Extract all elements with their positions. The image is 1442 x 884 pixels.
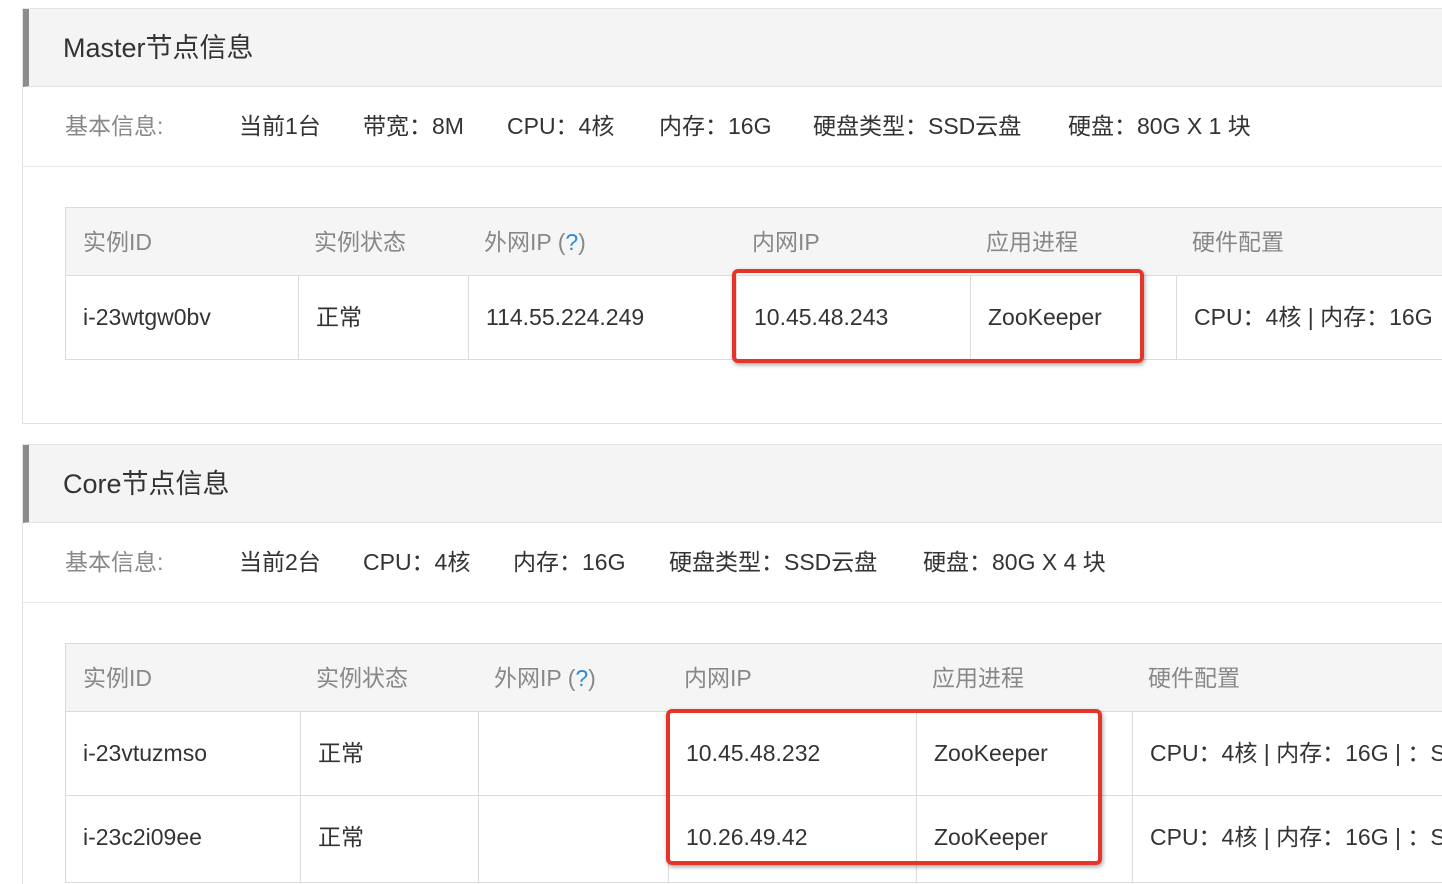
cell-instance-id[interactable]: i-23c2i09ee: [66, 796, 300, 882]
col-private-ip: 内网IP: [684, 665, 752, 691]
help-icon[interactable]: ?: [565, 229, 578, 255]
col-instance-id: 实例ID: [83, 665, 152, 691]
cell-private-ip: 10.26.49.42: [668, 796, 916, 882]
basic-info-label: 基本信息:: [65, 549, 164, 575]
master-basic-info: 基本信息: 当前1台 带宽：8M CPU：4核 内存：16G 硬盘类型：SSD云…: [23, 87, 1442, 167]
cell-process: ZooKeeper: [916, 796, 1132, 882]
cell-private-ip: 10.45.48.232: [668, 712, 916, 795]
cell-status: 正常: [300, 796, 478, 882]
col-hardware: 硬件配置: [1192, 229, 1284, 255]
col-public-ip-paren: ): [588, 665, 596, 691]
cpu-spec: CPU：4核: [363, 549, 471, 575]
cell-public-ip: [478, 796, 668, 882]
col-public-ip: 外网IP (?): [494, 663, 596, 693]
help-icon[interactable]: ?: [575, 665, 588, 691]
core-basic-info: 基本信息: 当前2台 CPU：4核 内存：16G 硬盘类型：SSD云盘 硬盘：8…: [23, 523, 1442, 603]
col-public-ip-label: 外网IP (: [494, 665, 576, 691]
col-public-ip: 外网IP (?): [484, 227, 586, 257]
master-panel-header: Master节点信息: [23, 9, 1442, 87]
col-private-ip: 内网IP: [752, 229, 820, 255]
col-status: 实例状态: [314, 229, 406, 255]
disk-spec: 硬盘：80G X 1 块: [1068, 113, 1251, 139]
cell-hardware: CPU：4核 | 内存：16G | ：S: [1132, 712, 1442, 795]
col-instance-id: 实例ID: [83, 229, 152, 255]
cell-public-ip: [478, 712, 668, 795]
bandwidth: 带宽：8M: [363, 113, 464, 139]
cell-instance-id[interactable]: i-23vtuzmso: [66, 712, 300, 795]
disk-type: 硬盘类型：SSD云盘: [813, 113, 1022, 139]
cell-status: 正常: [298, 276, 468, 359]
col-public-ip-paren: ): [578, 229, 586, 255]
col-hardware: 硬件配置: [1148, 665, 1240, 691]
cell-private-ip: 10.45.48.243: [736, 276, 970, 359]
table-row: i-23c2i09ee 正常 10.26.49.42 ZooKeeper CPU…: [66, 796, 1442, 882]
core-panel-header: Core节点信息: [23, 445, 1442, 523]
memory-spec: 内存：16G: [659, 113, 772, 139]
cell-hardware: CPU：4核 | 内存：16G | ：S: [1132, 796, 1442, 882]
core-instance-table: 实例ID 实例状态 外网IP (?) 内网IP 应用进程 硬件配置 i-23vt…: [65, 643, 1442, 883]
cell-public-ip: 114.55.224.249: [468, 276, 736, 359]
disk-type: 硬盘类型：SSD云盘: [669, 549, 878, 575]
node-count: 当前2台: [239, 549, 321, 575]
col-status: 实例状态: [316, 665, 408, 691]
memory-spec: 内存：16G: [513, 549, 626, 575]
table-header: 实例ID 实例状态 外网IP (?) 内网IP 应用进程 硬件配置: [66, 208, 1442, 276]
master-panel-title: Master节点信息: [63, 33, 254, 63]
cell-hardware: CPU：4核 | 内存：16G: [1176, 276, 1442, 359]
master-node-panel: Master节点信息 基本信息: 当前1台 带宽：8M CPU：4核 内存：16…: [22, 8, 1442, 424]
table-row: i-23vtuzmso 正常 10.45.48.232 ZooKeeper CP…: [66, 712, 1442, 796]
core-node-panel: Core节点信息 基本信息: 当前2台 CPU：4核 内存：16G 硬盘类型：S…: [22, 444, 1442, 884]
cell-process: ZooKeeper: [916, 712, 1132, 795]
cell-status: 正常: [300, 712, 478, 795]
table-header: 实例ID 实例状态 外网IP (?) 内网IP 应用进程 硬件配置: [66, 644, 1442, 712]
col-public-ip-label: 外网IP (: [484, 229, 566, 255]
cpu-spec: CPU：4核: [507, 113, 615, 139]
col-process: 应用进程: [932, 665, 1024, 691]
master-instance-table: 实例ID 实例状态 外网IP (?) 内网IP 应用进程 硬件配置 i-23wt…: [65, 207, 1442, 360]
cell-process: ZooKeeper: [970, 276, 1176, 359]
node-count: 当前1台: [239, 113, 321, 139]
cell-instance-id[interactable]: i-23wtgw0bv: [66, 276, 298, 359]
disk-spec: 硬盘：80G X 4 块: [923, 549, 1106, 575]
table-row: i-23wtgw0bv 正常 114.55.224.249 10.45.48.2…: [66, 276, 1442, 359]
core-panel-title: Core节点信息: [63, 469, 230, 499]
basic-info-label: 基本信息:: [65, 113, 164, 139]
col-process: 应用进程: [986, 229, 1078, 255]
